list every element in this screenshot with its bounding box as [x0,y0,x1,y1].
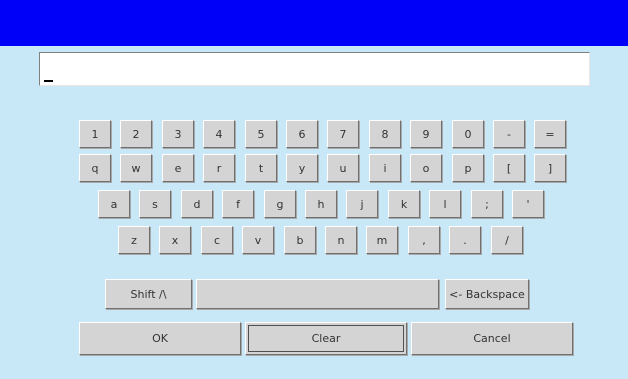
key-row4-0[interactable]: z [118,226,150,254]
key-row4-1[interactable]: x [159,226,191,254]
key-row3-8[interactable]: l [429,190,461,218]
key-row2-4[interactable]: t [245,154,277,182]
key-row4-3[interactable]: v [242,226,274,254]
key-row4-2[interactable]: c [201,226,233,254]
key-row4-5[interactable]: n [325,226,357,254]
key-row2-5[interactable]: y [286,154,318,182]
key-row3-9[interactable]: ; [471,190,503,218]
text-cursor [44,80,53,82]
key-row2-3[interactable]: r [203,154,235,182]
key-row4-7[interactable]: , [408,226,440,254]
key-row3-7[interactable]: k [388,190,420,218]
key-row4-4[interactable]: b [284,226,316,254]
key-row3-4[interactable]: g [264,190,296,218]
key-row4-8[interactable]: . [449,226,481,254]
key-row3-5[interactable]: h [305,190,337,218]
space-key[interactable] [196,279,439,309]
key-row2-7[interactable]: i [369,154,401,182]
key-row2-9[interactable]: p [452,154,484,182]
key-row1-2[interactable]: 3 [162,120,194,148]
key-row1-8[interactable]: 9 [410,120,442,148]
key-row2-2[interactable]: e [162,154,194,182]
backspace-key[interactable]: <- Backspace [445,279,529,309]
key-row1-4[interactable]: 5 [245,120,277,148]
text-input[interactable] [39,52,590,86]
key-row2-8[interactable]: o [410,154,442,182]
key-row3-6[interactable]: j [346,190,378,218]
ok-button[interactable]: OK [79,322,241,355]
key-row4-6[interactable]: m [366,226,398,254]
shift-key[interactable]: Shift /\ [105,279,192,309]
key-row1-10[interactable]: - [493,120,525,148]
key-row1-7[interactable]: 8 [369,120,401,148]
cancel-button[interactable]: Cancel [411,322,573,355]
key-row2-6[interactable]: u [327,154,359,182]
key-row1-1[interactable]: 2 [120,120,152,148]
title-bar [0,0,628,46]
key-row4-9[interactable]: / [491,226,523,254]
key-row2-0[interactable]: q [79,154,111,182]
key-row3-10[interactable]: ' [512,190,544,218]
clear-button[interactable]: Clear [245,322,407,355]
key-row1-6[interactable]: 7 [327,120,359,148]
key-row1-5[interactable]: 6 [286,120,318,148]
key-row1-3[interactable]: 4 [203,120,235,148]
key-row2-11[interactable]: ] [534,154,566,182]
key-row3-2[interactable]: d [181,190,213,218]
key-row3-1[interactable]: s [139,190,171,218]
key-row1-11[interactable]: = [534,120,566,148]
key-row3-3[interactable]: f [222,190,254,218]
key-row2-10[interactable]: [ [493,154,525,182]
key-row1-9[interactable]: 0 [452,120,484,148]
key-row3-0[interactable]: a [98,190,130,218]
key-row1-0[interactable]: 1 [79,120,111,148]
key-row2-1[interactable]: w [120,154,152,182]
